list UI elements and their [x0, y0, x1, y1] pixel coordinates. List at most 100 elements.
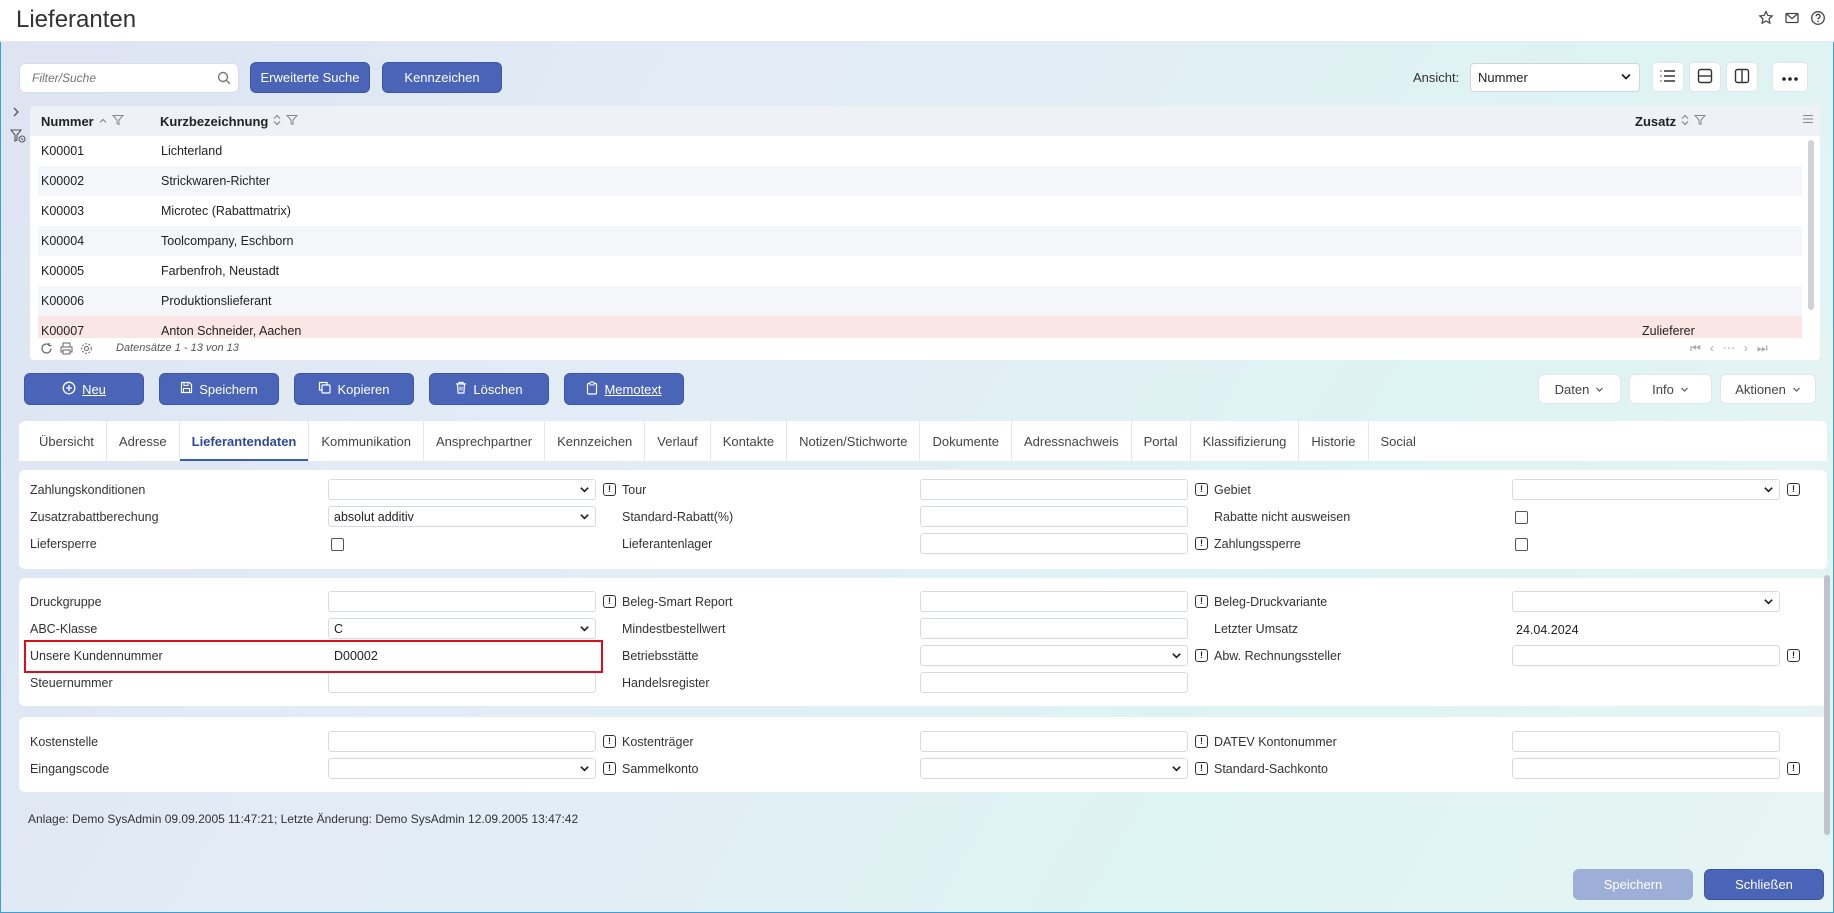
info-badge-icon[interactable]: ! — [1195, 762, 1208, 775]
rabatte-nicht-checkbox[interactable] — [1515, 511, 1528, 524]
column-short[interactable]: Kurzbezeichnung — [160, 114, 299, 129]
sort-icon[interactable] — [272, 114, 282, 129]
split-horizontal-button[interactable] — [1689, 62, 1721, 92]
star-icon[interactable] — [1758, 10, 1774, 26]
view-select[interactable]: Nummer — [1470, 63, 1640, 92]
standard-rabatt-input[interactable] — [920, 506, 1188, 527]
close-button[interactable]: Schließen — [1704, 869, 1824, 900]
zahlungssperre-checkbox[interactable] — [1515, 538, 1528, 551]
datev-input[interactable] — [1512, 731, 1780, 752]
new-button[interactable]: Neu — [24, 373, 144, 405]
info-badge-icon[interactable]: ! — [1195, 537, 1208, 550]
steuernummer-input[interactable] — [328, 672, 596, 693]
search-icon[interactable] — [216, 70, 232, 89]
tab-kommunikation[interactable]: Kommunikation — [309, 421, 424, 461]
delete-button[interactable]: Löschen — [429, 373, 549, 405]
first-page-icon[interactable]: ⏮ — [1690, 341, 1710, 355]
flags-button[interactable]: Kennzeichen — [382, 62, 502, 93]
split-vertical-button[interactable] — [1726, 62, 1758, 92]
help-icon[interactable] — [1810, 10, 1826, 26]
data-menu-button[interactable]: Daten — [1538, 374, 1621, 404]
tab-lieferantendaten[interactable]: Lieferantendaten — [179, 421, 310, 461]
lieferantenlager-input[interactable] — [920, 533, 1188, 554]
sort-icon[interactable] — [98, 114, 108, 129]
info-menu-button[interactable]: Info — [1629, 374, 1712, 404]
footer-save-button[interactable]: Speichern — [1573, 869, 1693, 900]
betriebsstaette-select[interactable] — [920, 645, 1188, 666]
gebiet-select[interactable] — [1512, 479, 1780, 500]
info-badge-icon[interactable]: ! — [1195, 595, 1208, 608]
tab-historie[interactable]: Historie — [1299, 421, 1369, 461]
kostenstelle-input[interactable] — [328, 731, 596, 752]
info-badge-icon[interactable]: ! — [603, 735, 616, 748]
next-page-icon[interactable]: › — [1744, 341, 1757, 355]
filter-clear-icon[interactable] — [9, 129, 28, 146]
info-badge-icon[interactable]: ! — [1787, 649, 1800, 662]
copy-button[interactable]: Kopieren — [294, 373, 414, 405]
info-badge-icon[interactable]: ! — [1195, 483, 1208, 496]
tab-notizen[interactable]: Notizen/Stichworte — [787, 421, 921, 461]
tour-input[interactable] — [920, 479, 1188, 500]
last-page-icon[interactable]: ⏭ — [1757, 341, 1777, 355]
table-row[interactable]: K00006 Produktionslieferant — [38, 286, 1802, 316]
eingangscode-select[interactable] — [328, 758, 596, 779]
info-badge-icon[interactable]: ! — [1195, 649, 1208, 662]
table-scrollbar[interactable] — [1808, 140, 1814, 310]
column-number[interactable]: Nummer — [41, 114, 124, 129]
filter-icon[interactable] — [286, 114, 299, 129]
abc-select[interactable]: C — [328, 618, 596, 639]
search-input[interactable] — [20, 64, 205, 92]
mindestbestell-input[interactable] — [920, 618, 1188, 639]
abw-rechnung-input[interactable] — [1512, 645, 1780, 666]
tab-adresse[interactable]: Adresse — [107, 421, 180, 461]
table-row[interactable]: K00004 Toolcompany, Eschborn — [38, 226, 1802, 256]
tab-verlauf[interactable]: Verlauf — [645, 421, 711, 461]
info-badge-icon[interactable]: ! — [603, 483, 616, 496]
page-more-icon[interactable]: ⋯ — [1723, 341, 1744, 355]
page-scrollbar[interactable] — [1824, 575, 1830, 835]
tab-kennzeichen[interactable]: Kennzeichen — [545, 421, 646, 461]
extended-search-button[interactable]: Erweiterte Suche — [250, 62, 370, 93]
column-menu-icon[interactable] — [1802, 114, 1814, 124]
table-row[interactable]: K00001 Lichterland — [38, 136, 1802, 166]
print-icon[interactable] — [60, 342, 73, 358]
druckgruppe-input[interactable] — [328, 591, 596, 612]
info-badge-icon[interactable]: ! — [603, 595, 616, 608]
settings-icon[interactable] — [80, 342, 93, 358]
pagination[interactable]: ⏮‹⋯›⏭ — [1690, 341, 1777, 356]
handelsregister-input[interactable] — [920, 672, 1188, 693]
prev-page-icon[interactable]: ‹ — [1710, 341, 1723, 355]
info-badge-icon[interactable]: ! — [1195, 735, 1208, 748]
info-badge-icon[interactable]: ! — [603, 762, 616, 775]
liefersperre-checkbox[interactable] — [331, 538, 344, 551]
beleg-smart-input[interactable] — [920, 591, 1188, 612]
kostentraeger-input[interactable] — [920, 731, 1188, 752]
beleg-druck-select[interactable] — [1512, 591, 1780, 612]
refresh-icon[interactable] — [40, 342, 53, 358]
tab-klassifizierung[interactable]: Klassifizierung — [1191, 421, 1300, 461]
memo-button[interactable]: Memotext — [564, 373, 684, 405]
filter-icon[interactable] — [1694, 114, 1707, 129]
table-row[interactable]: K00005 Farbenfroh, Neustadt — [38, 256, 1802, 286]
table-row[interactable]: K00002 Strickwaren-Richter — [38, 166, 1802, 196]
tab-portal[interactable]: Portal — [1132, 421, 1191, 461]
zusatzrabatt-select[interactable]: absolut additiv — [328, 506, 596, 527]
info-badge-icon[interactable]: ! — [1787, 762, 1800, 775]
table-row[interactable]: K00003 Microtec (Rabattmatrix) — [38, 196, 1802, 226]
expand-arrow-icon[interactable] — [10, 106, 28, 121]
save-button[interactable]: Speichern — [159, 373, 279, 405]
more-options-button[interactable] — [1772, 62, 1808, 92]
tab-ansprechpartner[interactable]: Ansprechpartner — [424, 421, 546, 461]
tab-dokumente[interactable]: Dokumente — [920, 421, 1012, 461]
filter-icon[interactable] — [111, 114, 124, 129]
info-badge-icon[interactable]: ! — [1787, 483, 1800, 496]
column-extra[interactable]: Zusatz — [1635, 114, 1707, 129]
tab-adressnachweis[interactable]: Adressnachweis — [1012, 421, 1132, 461]
tab-uebersicht[interactable]: Übersicht — [27, 421, 107, 461]
tab-social[interactable]: Social — [1369, 421, 1428, 461]
list-view-button[interactable] — [1652, 62, 1684, 92]
actions-menu-button[interactable]: Aktionen — [1720, 374, 1816, 404]
zahlungskonditionen-select[interactable] — [328, 479, 596, 500]
sammelkonto-select[interactable] — [920, 758, 1188, 779]
sort-icon[interactable] — [1680, 114, 1690, 129]
